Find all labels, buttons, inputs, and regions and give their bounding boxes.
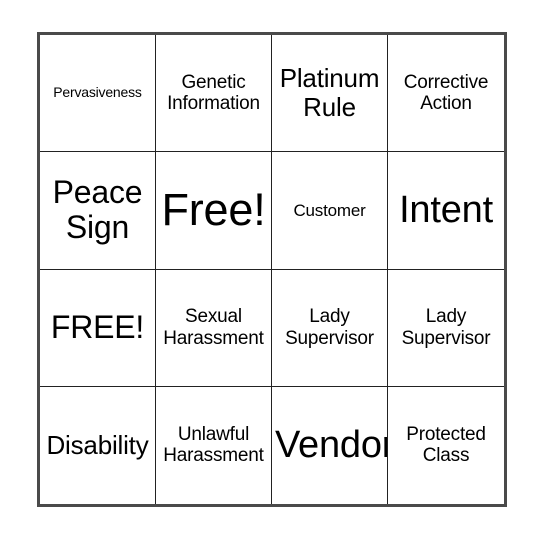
bingo-cell[interactable]: Disability bbox=[40, 386, 156, 504]
bingo-cell[interactable]: Intent bbox=[388, 152, 504, 270]
bingo-cell-label: Corrective Action bbox=[403, 71, 489, 115]
bingo-cell[interactable]: Pervasiveness bbox=[40, 35, 156, 153]
bingo-cell[interactable]: Customer bbox=[272, 152, 388, 270]
bingo-cell[interactable]: Genetic Information bbox=[156, 35, 272, 153]
bingo-cell[interactable]: Lady Supervisor bbox=[388, 269, 504, 387]
bingo-cell-label: Intent bbox=[399, 189, 493, 232]
bingo-cell-label: Lady Supervisor bbox=[285, 306, 374, 349]
bingo-cell-label: Platinum Rule bbox=[279, 63, 380, 123]
bingo-cell-label: Pervasiveness bbox=[53, 84, 142, 101]
bingo-cell[interactable]: Peace Sign bbox=[40, 152, 156, 270]
bingo-card: Pervasiveness Genetic Information Platinum… bbox=[37, 32, 507, 507]
bingo-cell-label: Protected Class bbox=[406, 424, 486, 467]
bingo-cell-label: Lady Supervisor bbox=[401, 306, 491, 349]
bingo-cell[interactable]: Vendor bbox=[272, 386, 388, 504]
bingo-cell[interactable]: Corrective Action bbox=[388, 35, 504, 153]
bingo-cell-label: Genetic Information bbox=[167, 71, 260, 115]
bingo-cell-free[interactable]: Free! bbox=[156, 152, 272, 270]
bingo-cell[interactable]: Protected Class bbox=[388, 386, 504, 504]
bingo-cell[interactable]: Platinum Rule bbox=[272, 35, 388, 153]
bingo-cell-label: Disability bbox=[46, 429, 149, 460]
bingo-cell-label: Vendor bbox=[275, 424, 388, 467]
bingo-cell-label: Customer bbox=[293, 200, 366, 220]
bingo-cell-label: Peace Sign bbox=[52, 173, 143, 246]
bingo-cell-label: Sexual Harassment bbox=[163, 306, 264, 349]
bingo-cell[interactable]: Unlawful Harassment bbox=[156, 386, 272, 504]
bingo-cell-free[interactable]: FREE! bbox=[40, 269, 156, 387]
bingo-cell[interactable]: Lady Supervisor bbox=[272, 269, 388, 387]
bingo-cell[interactable]: Sexual Harassment bbox=[156, 269, 272, 387]
bingo-cell-label: Free! bbox=[161, 184, 266, 236]
bingo-cell-label: Unlawful Harassment bbox=[163, 424, 264, 467]
bingo-grid: Pervasiveness Genetic Information Platinum… bbox=[40, 35, 504, 504]
bingo-cell-label: FREE! bbox=[50, 308, 145, 345]
